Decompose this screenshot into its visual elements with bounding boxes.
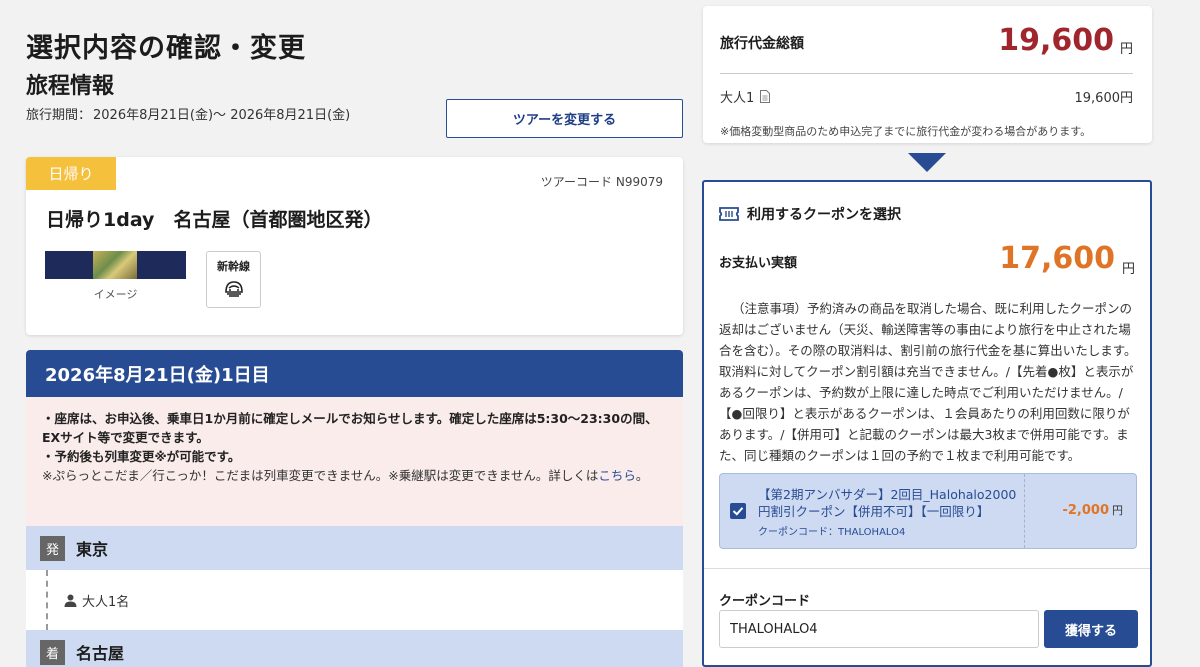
ticket-icon [719, 207, 739, 221]
acquire-button[interactable]: 獲得する [1044, 610, 1138, 648]
passenger-row: 大人1名 [64, 591, 129, 610]
coupon-card: 利用するクーポンを選択 お支払い実額 17,600 円 （注意事項）予約済みの商… [702, 180, 1152, 667]
image-caption: イメージ [93, 288, 138, 301]
document-icon[interactable] [760, 90, 771, 103]
tour-card: 日帰り ツアーコード N99079 日帰り1day 名古屋（首都圏地区発） イメ… [26, 157, 683, 335]
day-card: 2026年8月21日(金)1日目 ・座席は、お申込後、乗車日1か月前に確定しメー… [26, 350, 683, 667]
notice-line-3: ※ぷらっとこだま／行こっか！こだまは列車変更できません。※乗継駅は変更できません… [42, 466, 667, 485]
price-note: ※価格変動型商品のため申込完了までに旅行代金が変わる場合があります。 [720, 125, 1092, 138]
coupon-title: 利用するクーポンを選択 [719, 204, 901, 224]
departure-badge: 発 [40, 535, 65, 561]
travel-period-label: 旅行期間： [26, 108, 92, 123]
coupon-checkbox[interactable] [730, 503, 746, 519]
total-price-label: 旅行代金総額 [720, 36, 804, 52]
transport-box: 新幹線 [206, 251, 261, 308]
travel-period: 旅行期間： 2026年8月21日(金)〜 2026年8月21日(金) [26, 104, 350, 123]
coupon-discount-yen: 円 [1112, 504, 1123, 517]
arrival-station: 名古屋 [76, 644, 125, 663]
coupon-title-text: 利用するクーポンを選択 [747, 207, 901, 223]
day-header: 2026年8月21日(金)1日目 [26, 350, 683, 397]
page-title: 選択内容の確認・変更 [26, 33, 306, 64]
route-line [46, 570, 48, 630]
transport-label: 新幹線 [217, 260, 250, 273]
notice-line-1: ・座席は、お申込後、乗車日1か月前に確定しメールでお知らせします。確定した座席は… [42, 411, 658, 445]
details-link[interactable]: こちら [598, 468, 636, 483]
pay-amount-yen: 円 [1121, 262, 1135, 277]
checkmark-icon [732, 507, 744, 516]
coupon-item[interactable]: 【第2期アンバサダー】2回目_Halohalo2000円割引クーポン【併用不可】… [719, 473, 1137, 549]
tour-image[interactable] [45, 251, 186, 279]
change-tour-button[interactable]: ツアーを変更する [446, 99, 683, 138]
pay-amount-label: お支払い実額 [719, 256, 798, 271]
coupon-terms: （注意事項）予約済みの商品を取消した場合、既に利用したクーポンの返却はございませ… [719, 301, 1137, 463]
departure-station: 東京 [76, 540, 109, 559]
divider [704, 568, 1150, 569]
person-icon [64, 594, 77, 607]
shinkansen-icon [225, 281, 243, 297]
arrival-row: 着 名古屋 [26, 630, 683, 667]
notice-line-2: ・予約後も列車変更※が可能です。 [42, 449, 241, 464]
coupon-code-text: クーポンコード：THALOHALO4 [758, 527, 906, 538]
section-title: 旅程情報 [26, 74, 115, 99]
notice-line-3-text: ※ぷらっとこだま／行こっか！こだまは列車変更できません。※乗継駅は変更できません… [42, 468, 599, 483]
divider [720, 73, 1133, 74]
tour-name: 日帰り1day 名古屋（首都圏地区発） [46, 209, 383, 231]
coupon-code-input[interactable] [719, 610, 1039, 648]
coupon-separator [1024, 474, 1025, 548]
coupon-name: 【第2期アンバサダー】2回目_Halohalo2000円割引クーポン【併用不可】… [758, 487, 1017, 519]
coupon-discount-value: -2,000 [1062, 503, 1109, 518]
adult-price-value: 19,600円 [1074, 91, 1134, 106]
tour-code: ツアーコード N99079 [540, 175, 663, 189]
total-price-yen: 円 [1119, 42, 1133, 57]
adult-price-label: 大人1 [720, 87, 771, 106]
departure-row: 発 東京 [26, 526, 683, 570]
coupon-code-label: クーポンコード [719, 594, 811, 609]
notice-line-3-end: 。 [635, 468, 649, 483]
passenger-count: 大人1名 [82, 595, 130, 610]
arrow-down-icon [908, 153, 946, 172]
pay-amount-value: 17,600 [999, 241, 1115, 276]
daytrip-badge: 日帰り [26, 157, 116, 190]
adult-label-text: 大人1 [720, 91, 755, 106]
tour-photo [93, 251, 137, 279]
total-price-amount: 19,600 [998, 23, 1114, 58]
arrival-badge: 着 [40, 639, 65, 665]
seat-notice: ・座席は、お申込後、乗車日1か月前に確定しメールでお知らせします。確定した座席は… [26, 397, 683, 526]
total-price-card: 旅行代金総額 19,600 円 大人1 19,600円 ※価格変動型商品のため申… [703, 6, 1152, 143]
coupon-discount: -2,000 円 [1062, 502, 1123, 518]
travel-period-value: 2026年8月21日(金)〜 2026年8月21日(金) [93, 108, 351, 123]
